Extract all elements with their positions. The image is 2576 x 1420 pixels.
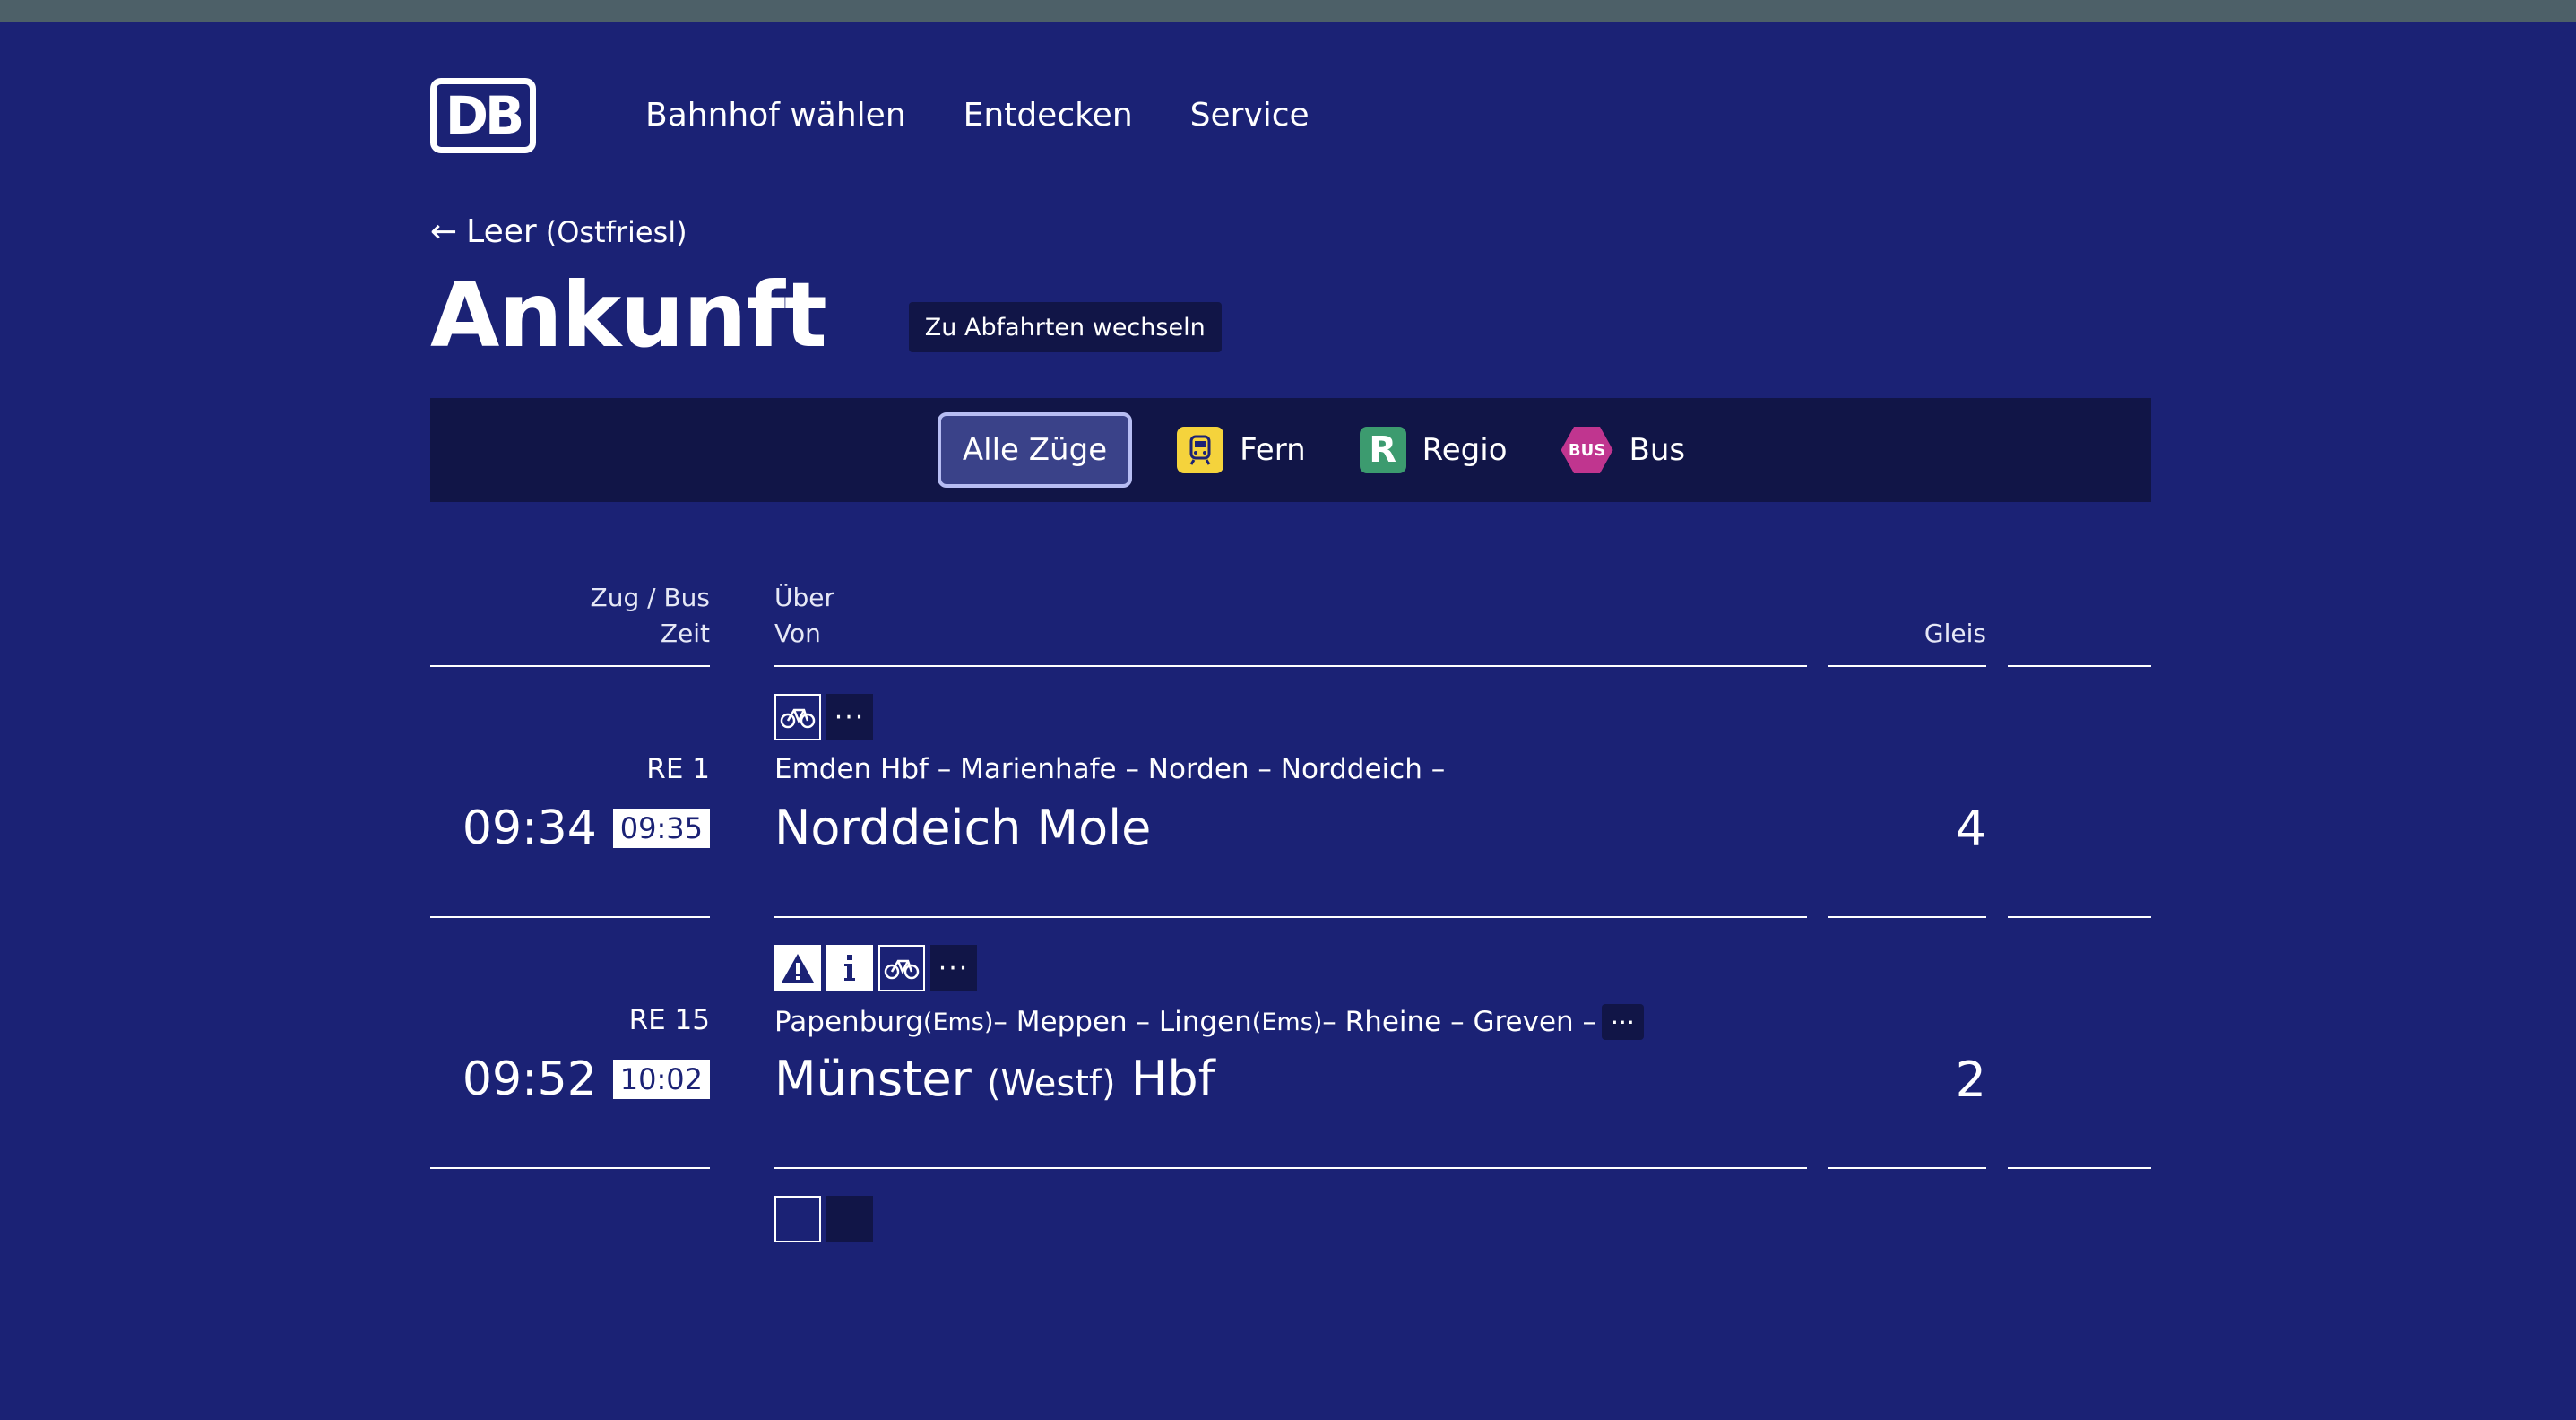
filter-fern-label: Fern (1240, 432, 1306, 468)
filter-group: Alle Züge Fern R Regio BUS Bus (937, 412, 1695, 488)
row-icons: ··· (774, 694, 873, 740)
table-row[interactable]: RE 1 09:34 09:35 ··· Emden Hbf – Marienh… (430, 667, 2151, 918)
scheduled-time: 09:52 (462, 1052, 597, 1106)
header-extra (2008, 559, 2151, 667)
via-part-sub: (Ems) (1251, 1008, 1323, 1036)
destination: Norddeich Mole (774, 800, 1151, 858)
table-row[interactable] (430, 1169, 2151, 1420)
regio-icon: R (1359, 427, 1406, 473)
more-icon[interactable]: ··· (826, 694, 873, 740)
filter-regio-label: Regio (1422, 432, 1508, 468)
header-zeit-label: Zeit (660, 619, 710, 648)
header-von-label: Von (774, 619, 821, 648)
time-wrap: 09:52 10:02 (462, 1056, 710, 1103)
nav-entdecken[interactable]: Entdecken (964, 100, 1133, 132)
bike-icon[interactable] (878, 945, 925, 991)
back-station-name: Leer (466, 213, 537, 250)
filter-all-label: Alle Züge (962, 432, 1108, 468)
back-link[interactable]: ← Leer (Ostfriesl) (430, 213, 687, 250)
row-extra-cell (2008, 667, 2151, 918)
via-stations: Papenburg (Ems) – Meppen – Lingen (Ems) … (774, 1004, 1644, 1040)
via-part: – Rheine – Greven – (1322, 1006, 1597, 1038)
row-route-cell: ··· Papenburg (Ems) – Meppen – Lingen (E… (774, 918, 1807, 1169)
page: DB Bahnhof wählen Entdecken Service ← Le… (430, 22, 2151, 1242)
header-von: Über Von (774, 559, 1807, 667)
via-part: – Meppen – Lingen (993, 1006, 1252, 1038)
via-part: Papenburg (774, 1006, 923, 1038)
warning-icon[interactable] (774, 945, 821, 991)
destination-main: Münster (774, 1051, 987, 1107)
row-platform-cell: 4 (1828, 667, 1986, 918)
platform: 2 (1955, 1052, 1986, 1108)
destination-end: Hbf (1115, 1051, 1215, 1107)
header-zeit: Zug / Bus Zeit (430, 559, 710, 667)
filter-bar: Alle Züge Fern R Regio BUS Bus (430, 398, 2151, 502)
header-zug-bus: Zug / Bus (590, 583, 710, 612)
line-name: RE 1 (646, 753, 710, 785)
time-wrap: 09:34 09:35 (462, 805, 710, 852)
filter-all-trains[interactable]: Alle Züge (937, 412, 1133, 488)
row-time-cell: RE 15 09:52 10:02 (430, 918, 710, 1169)
header-ueber: Über (774, 583, 835, 612)
actual-time: 09:35 (612, 809, 710, 848)
header-gleis-label: Gleis (1923, 619, 1986, 648)
arrow-left-icon: ← (430, 212, 458, 250)
platform: 4 (1955, 801, 1986, 857)
destination-sub: (Westf) (986, 1063, 1116, 1104)
row-extra-cell (2008, 918, 2151, 1169)
nav-service[interactable]: Service (1190, 100, 1310, 132)
actual-time: 10:02 (612, 1060, 710, 1099)
back-station-sub: (Ostfriesl) (545, 214, 687, 249)
more-icon[interactable] (826, 1196, 873, 1242)
row-time-cell: RE 1 09:34 09:35 (430, 667, 710, 918)
bike-icon[interactable] (774, 694, 821, 740)
title-row: Ankunft Zu Abfahrten wechseln (430, 271, 1222, 360)
via-stations: Emden Hbf – Marienhafe – Norden – Nordde… (774, 753, 1445, 785)
row-icons (774, 1196, 873, 1242)
header-gleis: Gleis (1828, 559, 1986, 667)
row-route-cell (774, 1169, 1807, 1420)
line-name: RE 15 (628, 1004, 710, 1036)
info-icon[interactable] (826, 945, 873, 991)
switch-to-departures-button[interactable]: Zu Abfahrten wechseln (908, 302, 1222, 352)
row-route-cell: ··· Emden Hbf – Marienhafe – Norden – No… (774, 667, 1807, 918)
via-text: Emden Hbf – Marienhafe – Norden – Nordde… (774, 753, 1446, 785)
nav-bahnhof-waehlen[interactable]: Bahnhof wählen (645, 100, 906, 132)
filter-fern[interactable]: Fern (1168, 412, 1315, 488)
table-row[interactable]: RE 15 09:52 10:02 ··· Papenburg (Ems) – … (430, 918, 2151, 1169)
db-logo[interactable]: DB (430, 78, 536, 153)
main-nav: Bahnhof wählen Entdecken Service (645, 100, 1310, 132)
train-icon (1177, 427, 1224, 473)
destination: Münster (Westf) Hbf (774, 1051, 1215, 1109)
via-part-sub: (Ems) (922, 1008, 994, 1036)
table-header: Zug / Bus Zeit Über Von Gleis (430, 559, 2151, 667)
row-icons: ··· (774, 945, 977, 991)
destination-text: Norddeich Mole (774, 800, 1152, 856)
site-header: DB Bahnhof wählen Entdecken Service (430, 77, 1310, 154)
bus-icon: BUS (1560, 427, 1613, 473)
page-title: Ankunft (430, 263, 827, 368)
filter-regio[interactable]: R Regio (1351, 412, 1517, 488)
row-platform-cell: 2 (1828, 918, 1986, 1169)
bike-icon[interactable] (774, 1196, 821, 1242)
more-icon[interactable]: ··· (930, 945, 977, 991)
browser-top-strip (0, 0, 2576, 22)
filter-bus-label: Bus (1629, 432, 1686, 468)
more-stations-button[interactable]: ··· (1602, 1004, 1644, 1040)
scheduled-time: 09:34 (462, 801, 597, 855)
filter-bus[interactable]: BUS Bus (1552, 412, 1695, 488)
